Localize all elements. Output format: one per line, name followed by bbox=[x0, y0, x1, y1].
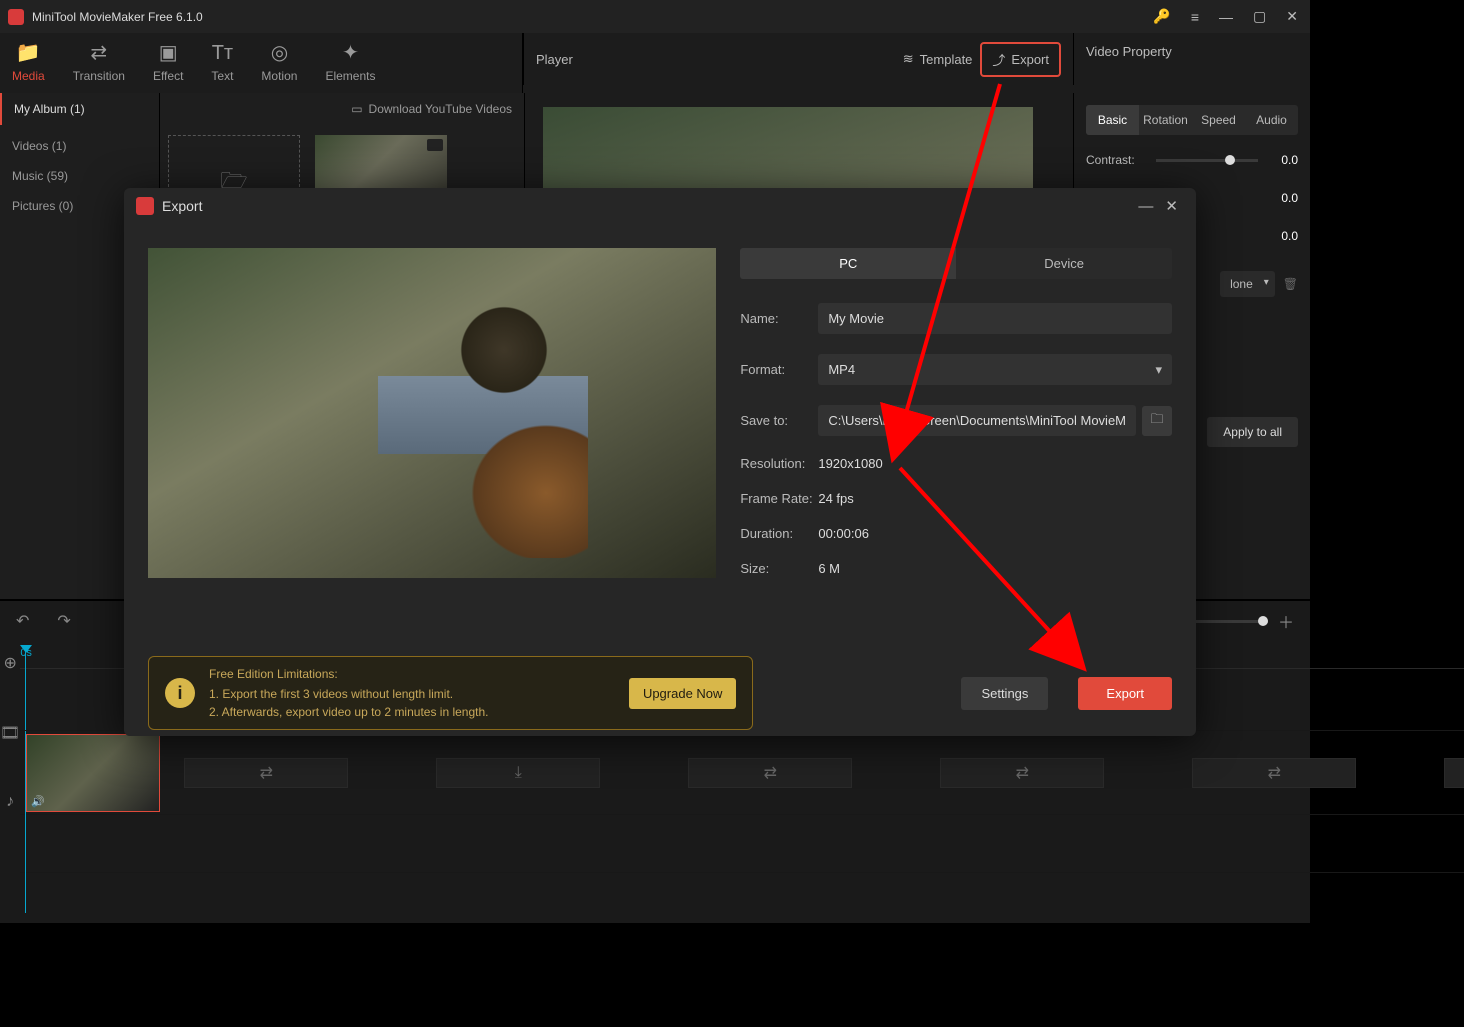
size-value: 6 M bbox=[818, 561, 840, 576]
contrast-label: Contrast: bbox=[1086, 153, 1156, 167]
download-youtube-link[interactable]: Download YouTube Videos bbox=[369, 102, 512, 116]
limitations-line-1: 1. Export the first 3 videos without len… bbox=[209, 685, 615, 703]
apply-to-all-button[interactable]: Apply to all bbox=[1207, 417, 1298, 447]
transition-slot[interactable]: ⇄ bbox=[688, 758, 852, 788]
upload-icon: ⤴ bbox=[992, 50, 1005, 69]
youtube-icon: ▭ bbox=[351, 102, 362, 116]
export-preview bbox=[148, 248, 716, 578]
transition-slot[interactable]: ⤓ bbox=[436, 758, 600, 788]
timeline-clip[interactable]: 🔊 bbox=[26, 734, 160, 812]
upgrade-now-button[interactable]: Upgrade Now bbox=[629, 678, 737, 709]
video-track-icon: 🎞 bbox=[0, 723, 20, 743]
framerate-value: 24 fps bbox=[818, 491, 853, 506]
export-modal: Export — ✕ PC Device Name: My Movie Form… bbox=[124, 188, 1196, 736]
undo-icon[interactable]: ↶ bbox=[16, 611, 29, 631]
minimize-icon[interactable]: — bbox=[1215, 7, 1237, 27]
framerate-label: Frame Rate: bbox=[740, 491, 818, 506]
main-toolbar: 📁Media ⇄Transition ▣Effect TᴛText ◎Motio… bbox=[0, 33, 523, 93]
playhead-icon[interactable] bbox=[20, 645, 32, 653]
saveto-field[interactable]: C:\Users\Helen Green\Documents\MiniTool … bbox=[818, 405, 1136, 436]
resolution-label: Resolution: bbox=[740, 456, 818, 471]
free-edition-limitations: i Free Edition Limitations: 1. Export th… bbox=[148, 656, 753, 730]
contrast-slider[interactable] bbox=[1156, 159, 1258, 162]
speaker-icon: 🔊 bbox=[31, 795, 45, 808]
player-title: Player bbox=[536, 52, 895, 67]
transition-slot[interactable]: ⇄ bbox=[184, 758, 348, 788]
name-label: Name: bbox=[740, 311, 818, 326]
export-logo-icon bbox=[136, 197, 154, 215]
browse-folder-icon[interactable]: 🗀 bbox=[1142, 406, 1172, 436]
transition-slot[interactable]: ⇄ bbox=[940, 758, 1104, 788]
add-track-icon[interactable]: ⊕ bbox=[3, 653, 16, 673]
my-album-label[interactable]: My Album (1) bbox=[0, 93, 159, 125]
app-logo-icon bbox=[8, 9, 24, 25]
tab-basic[interactable]: Basic bbox=[1086, 105, 1139, 135]
toolbar-transition[interactable]: ⇄Transition bbox=[73, 43, 125, 83]
text-icon: Tᴛ bbox=[212, 43, 233, 63]
tab-audio[interactable]: Audio bbox=[1245, 105, 1298, 135]
export-button[interactable]: ⤴Export bbox=[984, 44, 1057, 75]
effect-icon: ▣ bbox=[159, 43, 178, 63]
resolution-value: 1920x1080 bbox=[818, 456, 882, 471]
reset-select[interactable]: lone bbox=[1220, 271, 1275, 297]
contrast-value: 0.0 bbox=[1268, 153, 1298, 167]
folder-icon: 📁 bbox=[16, 43, 41, 63]
sidebar-music[interactable]: Music (59) bbox=[0, 161, 159, 191]
audio-track-icon: ♪ bbox=[6, 793, 14, 811]
toolbar-elements[interactable]: ✦Elements bbox=[325, 43, 375, 83]
hamburger-menu-icon[interactable]: ≡ bbox=[1187, 7, 1203, 27]
settings-button[interactable]: Settings bbox=[961, 677, 1048, 710]
transition-slot[interactable]: ⇄ bbox=[1444, 758, 1464, 788]
info-icon: i bbox=[165, 678, 195, 708]
maximize-icon[interactable]: ▢ bbox=[1249, 6, 1270, 27]
layers-icon: ≋ bbox=[903, 51, 914, 67]
prop-value-2: 0.0 bbox=[1268, 191, 1298, 205]
app-title: MiniTool MovieMaker Free 6.1.0 bbox=[32, 10, 1149, 24]
template-button[interactable]: ≋Template bbox=[895, 45, 981, 73]
sidebar-videos[interactable]: Videos (1) bbox=[0, 131, 159, 161]
toolbar-effect[interactable]: ▣Effect bbox=[153, 43, 183, 83]
duration-label: Duration: bbox=[740, 526, 818, 541]
limitations-line-2: 2. Afterwards, export video up to 2 minu… bbox=[209, 703, 615, 721]
transition-slot[interactable]: ⇄ bbox=[1192, 758, 1356, 788]
transition-icon: ⇄ bbox=[90, 43, 107, 63]
toolbar-motion[interactable]: ◎Motion bbox=[261, 43, 297, 83]
modal-minimize-icon[interactable]: — bbox=[1132, 194, 1159, 219]
export-modal-title: Export bbox=[162, 198, 202, 214]
key-icon[interactable]: 🔑 bbox=[1149, 6, 1174, 27]
limitations-heading: Free Edition Limitations: bbox=[209, 665, 615, 683]
toolbar-text[interactable]: TᴛText bbox=[211, 43, 233, 83]
prop-value-3: 0.0 bbox=[1268, 229, 1298, 243]
motion-icon: ◎ bbox=[271, 43, 288, 63]
format-label: Format: bbox=[740, 362, 818, 377]
export-tab-pc[interactable]: PC bbox=[740, 248, 956, 279]
modal-close-icon[interactable]: ✕ bbox=[1159, 193, 1184, 219]
toolbar-media[interactable]: 📁Media bbox=[12, 43, 45, 83]
name-field[interactable]: My Movie bbox=[818, 303, 1172, 334]
zoom-in-icon[interactable]: ＋ bbox=[1278, 609, 1294, 633]
elements-icon: ✦ bbox=[342, 43, 359, 63]
tab-rotation[interactable]: Rotation bbox=[1139, 105, 1192, 135]
tab-speed[interactable]: Speed bbox=[1192, 105, 1245, 135]
video-property-title: Video Property bbox=[1074, 33, 1310, 69]
titlebar: MiniTool MovieMaker Free 6.1.0 🔑 ≡ — ▢ ✕ bbox=[0, 0, 1310, 33]
saveto-label: Save to: bbox=[740, 413, 818, 428]
size-label: Size: bbox=[740, 561, 818, 576]
export-confirm-button[interactable]: Export bbox=[1078, 677, 1172, 710]
export-tab-device[interactable]: Device bbox=[956, 248, 1172, 279]
close-icon[interactable]: ✕ bbox=[1282, 6, 1302, 27]
duration-value: 00:00:06 bbox=[818, 526, 869, 541]
format-select[interactable]: MP4 bbox=[818, 354, 1172, 385]
redo-icon[interactable]: ↷ bbox=[57, 611, 70, 631]
trash-icon[interactable]: 🗑 bbox=[1283, 277, 1298, 291]
